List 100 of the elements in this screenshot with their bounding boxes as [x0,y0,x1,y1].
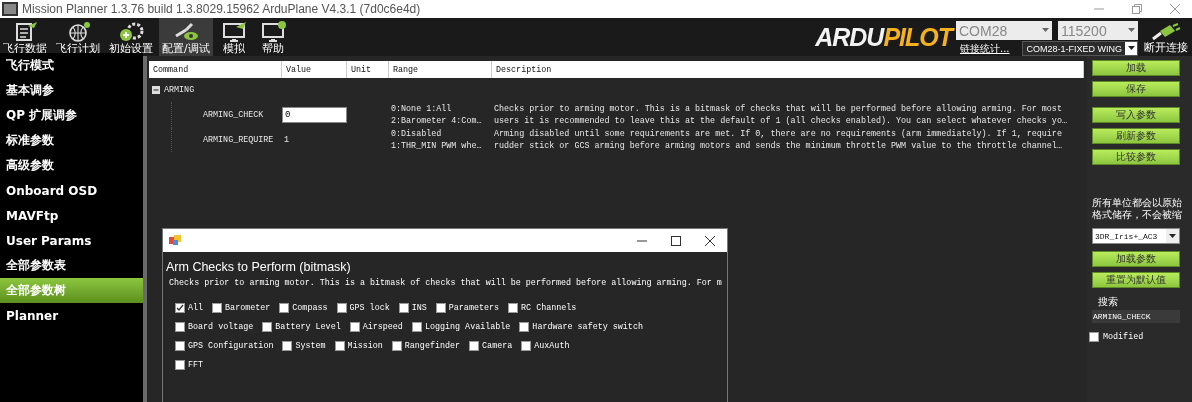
table-cell-text: 1 [283,135,290,145]
checkbox-label: Parameters [448,302,500,313]
action-button[interactable]: 加载参数 [1092,251,1180,267]
search-field[interactable]: ARMING_CHECK [1092,310,1180,323]
sidebar-item[interactable]: MAVFtp [0,203,143,228]
toolbar-tab[interactable]: 初始设置 [106,18,156,56]
table-cell-text: Arming disabled until some requirements are met. If 0, there are no requirements (arm immediately). If 1, require [494,128,1063,140]
toolbar-tab[interactable]: 帮助 [254,18,291,56]
disconnect-button[interactable]: 断开连接 [1138,18,1192,56]
close-icon[interactable] [704,234,716,247]
plug-icon [1151,23,1181,41]
column-header[interactable]: Unit [347,61,389,78]
checkbox[interactable] [336,302,347,313]
caret-icon [1127,46,1135,51]
app-logo-icon [2,2,18,16]
checkbox[interactable] [349,321,360,332]
action-button[interactable]: 重置为默认值 [1092,272,1180,288]
sidebar-item[interactable]: Planner [0,303,143,328]
checkbox[interactable] [435,302,446,313]
checkbox-label: Modified [1103,332,1144,342]
value-field[interactable]: 0 [282,107,347,123]
column-header[interactable]: Value [282,61,347,78]
checkbox-label: Compass [292,302,328,313]
action-button[interactable]: 加载 [1092,60,1180,76]
checkbox[interactable] [175,340,185,351]
checkbox-label: AuxAuth [534,340,570,351]
table-cell-text: users it is recommended to leave this at the default of 1 (all checks enabled). You can select whatever checks yo… [494,115,1068,127]
note-text: 格式储存，不会被缩 [1092,209,1183,221]
sidebar-item[interactable]: QP 扩展调参 [0,103,143,128]
vehicle-select[interactable]: COM28-1-FIXED WING [1022,41,1138,56]
table-cell-text: 0:Disabled [391,128,443,140]
column-header[interactable]: Range [389,61,492,78]
table-cell-text: rudder stick or GCS arming before arming motors and sends the minimum throttle PWM value to the throttle channel… [494,140,1063,152]
sidebar-item[interactable]: Onboard OSD [0,178,143,203]
toolbar-tab[interactable]: 飞行数据 [0,18,50,56]
sidebar-item[interactable]: 全部参数表 [0,253,143,278]
dialog-description: Checks prior to arming motor. This is a bitmask of checks that will be performed before allowing arming. For m [169,278,723,288]
toolbar-tab[interactable]: 配置/调试 [159,18,213,56]
action-button[interactable]: 刷新参数 [1092,128,1180,144]
column-header[interactable]: Command [149,61,282,78]
checkbox-label: Logging Available [424,321,511,332]
table-cell-text: 0:None 1:All [391,103,453,115]
checkbox-label: Battery Level [275,321,341,332]
sidebar-item[interactable]: 飞行模式 [0,53,143,78]
modified-checkbox[interactable] [1089,332,1099,342]
search-label: 搜索 [1098,295,1119,309]
checkbox-label: GPS lock [349,302,390,313]
checkbox[interactable] [262,321,273,332]
checkbox[interactable] [212,302,223,313]
table-cell-text: ARMING_REQUIRE [202,135,274,145]
preset-select[interactable]: 3DR_Iris+_AC3 [1092,228,1180,244]
checkbox[interactable] [398,302,409,313]
app-icon [169,235,181,246]
checkbox[interactable] [411,321,422,332]
checkbox[interactable] [391,340,402,351]
note-text: 所有单位都会以原始 [1092,197,1183,209]
action-button[interactable]: 写入参数 [1092,107,1180,123]
action-button[interactable]: 比较参数 [1092,149,1180,165]
table-cell-text: ARMING_CHECK [202,110,264,120]
toolbar-tab[interactable]: 模拟 [215,18,252,56]
checkbox-label: GPS Configuration [188,340,274,351]
checkbox[interactable] [508,302,519,313]
dialog-heading: Arm Checks to Perform (bitmask) [166,260,352,274]
table-cell-text: 1:THR_MIN PWM whe… [391,140,483,152]
checkbox[interactable] [175,321,185,332]
sidebar-item[interactable]: User Params [0,228,143,253]
link-stats-link[interactable]: 链接统计... [960,41,1010,56]
checkbox-label: Mission [347,340,383,351]
table-cell-text: 2:Barometer 4:Com… [391,115,483,127]
toolbar-tab[interactable]: 飞行计划 [53,18,103,56]
caret-icon [1169,233,1176,239]
sidebar-item[interactable]: 高级参数 [0,153,143,178]
collapse-icon[interactable] [152,86,160,94]
sidebar-item[interactable]: 基本调参 [0,78,143,103]
column-header[interactable]: Description [492,61,1084,78]
checkbox-label: Barometer [225,302,271,313]
checkbox[interactable] [175,359,185,370]
maximize-icon[interactable] [670,234,682,247]
checkbox[interactable] [469,340,480,351]
restore-icon[interactable] [1131,3,1143,15]
checkbox[interactable] [282,340,293,351]
checkbox[interactable] [279,302,290,313]
checkbox-label: FFT [188,359,204,370]
group-name: ARMING [164,85,195,95]
checkbox[interactable] [175,302,185,313]
checkbox-label: Airspeed [362,321,403,332]
checkbox[interactable] [519,321,530,332]
caret-icon [1128,28,1135,33]
window-title: Mission Planner 1.3.76 build 1.3.8029.15962 ArduPlane V4.3.1 (7d0c6e4d) [22,2,421,16]
table-cell-text: Checks prior to arming motor. This is a bitmask of checks that will be performed before allowing arming. For most [494,103,1063,115]
checkbox-label: INS [411,302,427,313]
checkbox[interactable] [521,340,532,351]
checkbox-label: All [188,302,204,313]
checkbox-label: RC Channels [521,302,577,313]
checkbox[interactable] [334,340,345,351]
sidebar-item[interactable]: 标准参数 [0,128,143,153]
action-button[interactable]: 保存 [1092,81,1180,97]
checkbox-label: Hardware safety switch [532,321,643,332]
checkbox-label: Camera [482,340,513,351]
checkbox-label: System [295,340,326,351]
